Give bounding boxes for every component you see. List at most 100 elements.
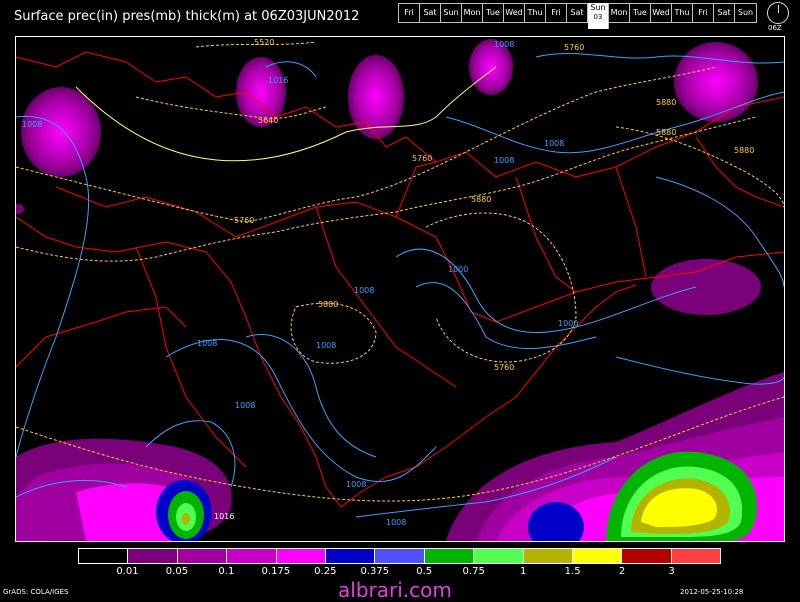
- legend-swatch: [622, 549, 672, 563]
- day-tab-label: Wed: [505, 8, 523, 17]
- day-tab[interactable]: Sat: [714, 4, 735, 22]
- legend-swatch: [671, 549, 721, 563]
- thickness-label: 5760: [564, 43, 584, 52]
- thickness-contour: [16, 116, 757, 262]
- thickness-label: 5880: [734, 146, 754, 155]
- day-tab[interactable]: Mon: [462, 4, 483, 22]
- legend-tick-label: 0.5: [416, 566, 433, 577]
- day-tab-label: Sat: [570, 8, 584, 17]
- day-tab[interactable]: Tue: [630, 4, 651, 22]
- precip-blob: [16, 204, 24, 214]
- pressure-label: 1000: [448, 265, 468, 274]
- day-tab-label: Fri: [404, 8, 414, 17]
- day-tab[interactable]: Wed: [651, 4, 672, 22]
- legend-tick-label: 1: [519, 566, 527, 577]
- site-watermark: albrari.com: [338, 578, 452, 602]
- legend-tick-label: 2: [618, 566, 626, 577]
- grads-credit: GrADS: COLA/IGES: [3, 588, 69, 596]
- thickness-contour: [290, 302, 377, 364]
- day-tab-label: Thu: [674, 8, 690, 17]
- pressure-label: 1008: [346, 480, 366, 489]
- coastline: [95, 306, 187, 328]
- day-tab[interactable]: Tue: [483, 4, 504, 22]
- legend-swatch: [523, 549, 573, 563]
- day-tab-label: Wed: [652, 8, 670, 17]
- legend-swatch: [375, 549, 425, 563]
- thickness-label: 5520: [254, 38, 274, 47]
- precip-blob: [651, 259, 761, 315]
- pressure-label: 1008: [197, 339, 217, 348]
- day-tab[interactable]: Sun: [441, 4, 462, 22]
- day-tab[interactable]: Sat: [567, 4, 588, 22]
- day-tab-label: Fri: [698, 8, 708, 17]
- day-tab-label: Tue: [633, 8, 647, 17]
- pressure-label: 1008: [316, 341, 336, 350]
- border: [615, 166, 647, 278]
- legend-tick-label: 1.5: [564, 566, 581, 577]
- thickness-label: 5760: [494, 363, 514, 372]
- legend-swatch: [128, 549, 178, 563]
- legend-color-bar: [78, 548, 721, 564]
- legend-swatch: [79, 549, 129, 563]
- day-tab[interactable]: Wed: [504, 4, 525, 22]
- thickness-label: 5640: [258, 116, 278, 125]
- map-title: Surface prec(in) pres(mb) thick(m) at 06…: [14, 9, 360, 24]
- pressure-label: 1008: [494, 156, 514, 165]
- legend-swatch: [276, 549, 326, 563]
- day-tab[interactable]: Fri: [546, 4, 567, 22]
- border: [315, 206, 457, 388]
- precip-area: [182, 513, 190, 525]
- day-tab-label: Thu: [527, 8, 543, 17]
- legend-swatch: [572, 549, 623, 563]
- forecast-day-tabs: Fri Sat Sun Mon Tue Wed Thu Fri Sat Sun 03 Mon Tue We…: [398, 3, 757, 29]
- precip-blob: [21, 87, 101, 177]
- render-timestamp: 2012-05-25-10:28: [680, 588, 744, 596]
- pressure-label: 1008: [494, 40, 514, 49]
- pressure-label: 1008: [235, 401, 255, 410]
- legend-tick-label: 0.75: [462, 566, 485, 577]
- precip-blob: [674, 42, 758, 122]
- border: [55, 186, 237, 238]
- map-canvas: 5520 5640 5760 5760 5760 5880 5880 5880 …: [16, 38, 784, 541]
- isobar: [415, 282, 597, 349]
- day-tab-label: Sat: [717, 8, 731, 17]
- day-tab-label: Mon: [463, 8, 481, 17]
- legend-swatch: [474, 549, 524, 563]
- thickness-contour: [615, 126, 784, 208]
- legend-tick-label: 0.175: [261, 566, 291, 577]
- day-tab-date: 03: [593, 13, 603, 21]
- day-tab-label: Sun: [737, 8, 754, 17]
- border: [395, 161, 437, 218]
- isobar: [615, 356, 784, 385]
- pressure-label: 1008: [354, 286, 374, 295]
- legend-tick-label: 0.05: [165, 566, 189, 577]
- thickness-contour: [135, 96, 327, 119]
- border: [515, 176, 577, 293]
- thickness-label: 5880: [471, 195, 491, 204]
- legend-ticks: 0.01 0.05 0.1 0.175 0.25 0.375 0.5 0.75 1 1.5 2 3: [78, 564, 721, 578]
- day-tab[interactable]: Mon: [609, 4, 630, 22]
- thickness-label: 5880: [656, 98, 676, 107]
- legend-swatch: [325, 549, 376, 563]
- thickness-label: 5760: [234, 216, 254, 225]
- pressure-label: 1008: [386, 518, 406, 527]
- weather-map: 5520 5640 5760 5760 5760 5880 5880 5880 …: [15, 36, 785, 542]
- pressure-label: 1008: [544, 139, 564, 148]
- day-tab-label: Sun: [443, 8, 459, 17]
- day-tab[interactable]: Thu: [525, 4, 546, 22]
- legend-tick-label: 3: [668, 566, 675, 577]
- pressure-label: 1016: [214, 512, 234, 521]
- day-tab[interactable]: Sun: [735, 4, 756, 22]
- day-tab[interactable]: Fri: [399, 4, 420, 22]
- day-tab[interactable]: Sat: [420, 4, 441, 22]
- thickness-label: 5760: [412, 154, 432, 163]
- pressure-label: 1008: [22, 120, 42, 129]
- pressure-label: 1000: [558, 319, 578, 328]
- day-tab[interactable]: Sun 03: [588, 3, 609, 29]
- day-tab[interactable]: Thu: [672, 4, 693, 22]
- day-tab[interactable]: Fri: [693, 4, 714, 22]
- pressure-label: 1016: [268, 76, 288, 85]
- globe-time-label: 06Z: [768, 24, 782, 32]
- day-tab-label: Tue: [486, 8, 500, 17]
- globe-icon: [767, 2, 789, 24]
